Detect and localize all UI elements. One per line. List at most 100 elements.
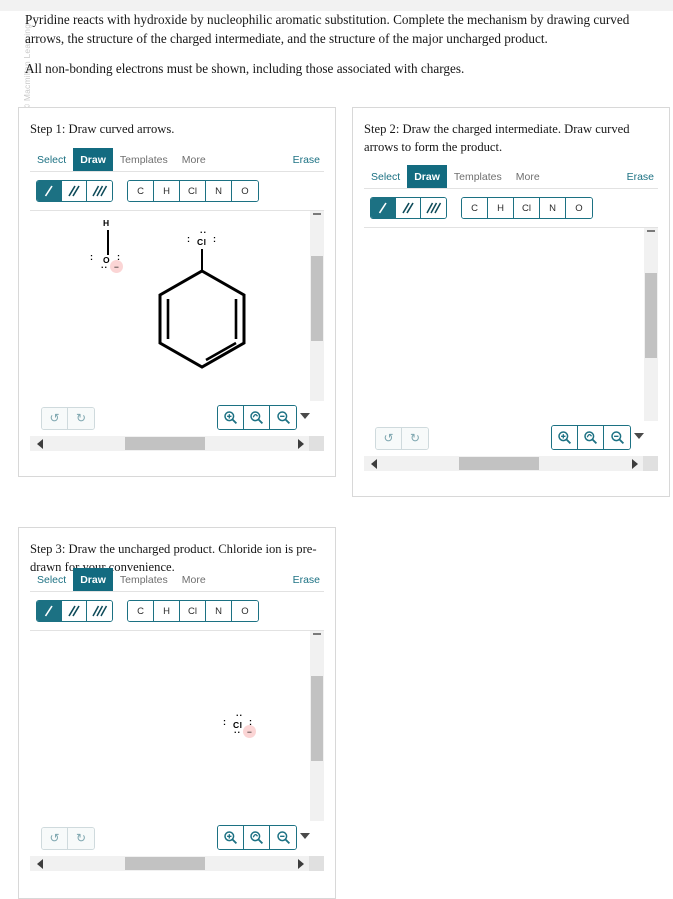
canvas-horizontal-scrollbar[interactable] [30,435,324,451]
zoom-out-icon[interactable] [270,406,296,429]
zoom-in-icon[interactable] [218,826,244,849]
zoom-dropdown-caret-icon[interactable] [634,433,644,439]
undo-button[interactable]: ↺ [42,828,68,849]
zoom-dropdown-caret-icon[interactable] [300,833,310,839]
erase-button[interactable]: Erase [623,165,658,188]
zoom-in-icon[interactable] [552,426,578,449]
drawing-canvas[interactable]: H : O : .. − .. : Cl : [30,211,310,401]
canvas-vertical-scrollbar[interactable] [643,228,658,421]
zoom-out-icon[interactable] [604,426,630,449]
menu-more[interactable]: More [509,165,547,188]
atom-button-n[interactable]: N [206,181,232,201]
atom-tool-group: C H Cl N O [127,600,259,622]
scroll-left-arrow-icon[interactable] [32,436,47,451]
menu-draw[interactable]: Draw [73,148,113,171]
triple-bond-icon[interactable] [87,601,112,621]
undo-button[interactable]: ↺ [376,428,402,449]
menu-templates[interactable]: Templates [447,165,509,188]
atom-button-h[interactable]: H [154,181,180,201]
scroll-right-arrow-icon[interactable] [627,456,642,471]
atom-button-h[interactable]: H [154,601,180,621]
menu-templates[interactable]: Templates [113,568,175,591]
double-bond-icon[interactable] [62,181,87,201]
scroll-left-arrow-icon[interactable] [366,456,381,471]
zoom-reset-icon[interactable] [578,426,604,449]
prompt-paragraph-2: All non-bonding electrons must be shown,… [25,61,465,77]
atom-tool-group: C H Cl N O [127,180,259,202]
canvas-horizontal-scrollbar[interactable] [30,855,324,871]
vertical-scroll-thumb[interactable] [645,273,657,358]
drawing-canvas-area: .. : Cl : .. − [30,631,324,821]
drawing-canvas-area: H : O : .. − .. : Cl : [30,211,324,401]
chloride-lone-pair-right: : [249,717,252,727]
scrollbar-minus-icon [313,633,321,635]
menu-draw[interactable]: Draw [73,568,113,591]
menu-select[interactable]: Select [364,165,407,188]
hydroxide-lone-pair-right: : [117,252,120,262]
atom-button-cl[interactable]: Cl [180,181,206,201]
menu-draw[interactable]: Draw [407,165,447,188]
redo-button[interactable]: ↻ [68,408,94,429]
scroll-right-arrow-icon[interactable] [293,436,308,451]
atom-button-c[interactable]: C [462,198,488,218]
canvas-horizontal-scrollbar[interactable] [364,455,658,471]
menu-more[interactable]: More [175,568,213,591]
horizontal-scroll-thumb[interactable] [459,457,539,470]
triple-bond-icon[interactable] [421,198,446,218]
erase-button[interactable]: Erase [289,568,324,591]
vertical-scroll-thumb[interactable] [311,676,323,761]
atom-button-h[interactable]: H [488,198,514,218]
atom-button-n[interactable]: N [540,198,566,218]
zoom-reset-icon[interactable] [244,406,270,429]
horizontal-scroll-thumb[interactable] [125,857,205,870]
single-bond-icon[interactable] [371,198,396,218]
redo-button[interactable]: ↻ [402,428,428,449]
step-1-title: Step 1: Draw curved arrows. [30,122,175,136]
drawing-canvas[interactable]: .. : Cl : .. − [30,631,310,821]
undo-button[interactable]: ↺ [42,408,68,429]
double-bond-icon[interactable] [396,198,421,218]
atom-button-o[interactable]: O [232,181,258,201]
scrollbar-minus-icon [647,230,655,232]
scroll-left-arrow-icon[interactable] [32,856,47,871]
menu-select[interactable]: Select [30,568,73,591]
menu-templates[interactable]: Templates [113,148,175,171]
atom-button-o[interactable]: O [232,601,258,621]
redo-button[interactable]: ↻ [68,828,94,849]
chloride-negative-charge: − [243,725,256,738]
zoom-out-icon[interactable] [270,826,296,849]
zoom-in-icon[interactable] [218,406,244,429]
vertical-scroll-thumb[interactable] [311,256,323,341]
scrollbar-corner [309,856,324,871]
atom-button-c[interactable]: C [128,601,154,621]
zoom-dropdown-caret-icon[interactable] [300,413,310,419]
chloride-lone-pair-top: .. [236,708,244,718]
scrollbar-corner [309,436,324,451]
chlorine-lone-pair-right: : [213,234,216,244]
atom-button-n[interactable]: N [206,601,232,621]
atom-button-cl[interactable]: Cl [514,198,540,218]
scroll-right-arrow-icon[interactable] [293,856,308,871]
canvas-vertical-scrollbar[interactable] [309,211,324,401]
single-bond-icon[interactable] [37,181,62,201]
erase-button[interactable]: Erase [289,148,324,171]
menu-select[interactable]: Select [30,148,73,171]
zoom-reset-icon[interactable] [244,826,270,849]
pyridine-ring [158,269,246,369]
triple-bond-icon[interactable] [87,181,112,201]
menu-more[interactable]: More [175,148,213,171]
atom-button-o[interactable]: O [566,198,592,218]
canvas-vertical-scrollbar[interactable] [309,631,324,821]
chlorine-lone-pair-top: .. [200,225,208,235]
atom-button-cl[interactable]: Cl [180,601,206,621]
double-bond-icon[interactable] [62,601,87,621]
atom-button-c[interactable]: C [128,181,154,201]
single-bond-icon[interactable] [37,601,62,621]
editor-toolrow: C H Cl N O [30,172,324,211]
horizontal-scroll-thumb[interactable] [125,437,205,450]
editor-menubar: Select Draw Templates More Erase [30,148,324,172]
menubar-spacer [547,165,623,188]
drawing-canvas[interactable] [364,228,644,421]
editor-button-bar: ↺ ↻ [364,421,658,455]
chloride-lone-pair-bottom: .. [234,725,242,735]
